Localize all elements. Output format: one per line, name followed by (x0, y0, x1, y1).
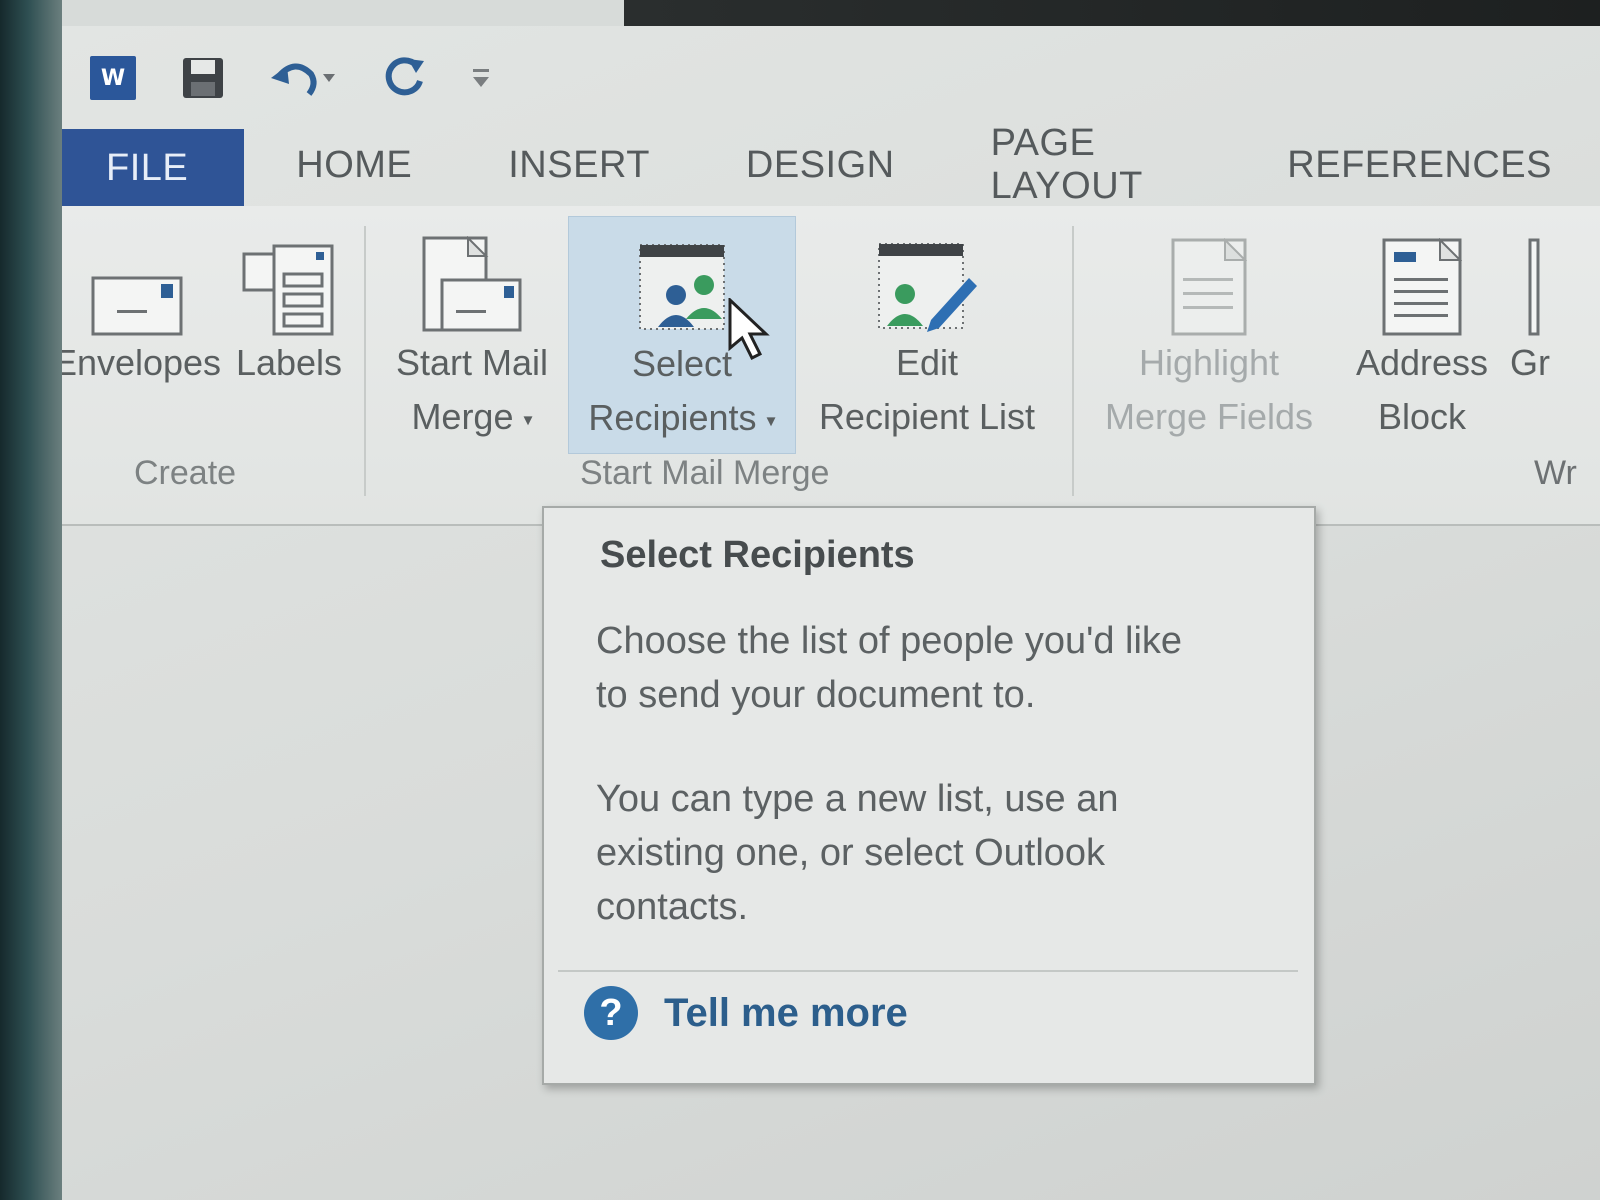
photo-bezel-top (0, 0, 1600, 26)
group-start-mail-merge: Start Mail Merge ▾ Select Recipients ▾ E… (362, 206, 1072, 524)
mouse-cursor-icon (728, 298, 770, 361)
address-block-label-2: Block (1377, 396, 1467, 437)
save-button[interactable] (174, 51, 232, 105)
word-app-button[interactable]: W (84, 51, 142, 105)
undo-icon (271, 63, 335, 96)
word-window: W FILE HOME INSERT DESIGN PAGE LAYOUT RE… (62, 26, 1600, 1200)
tab-references[interactable]: REFERENCES (1239, 124, 1600, 206)
envelope-icon (91, 276, 183, 336)
labels-button[interactable]: Labels (234, 216, 344, 390)
save-icon (183, 58, 223, 98)
labels-label: Labels (235, 342, 343, 383)
tooltip-divider (558, 970, 1298, 972)
edit-recipient-list-icon (878, 243, 977, 332)
greeting-line-icon (1528, 238, 1540, 336)
start-mail-merge-icon (422, 236, 522, 332)
edit-recipient-list-button[interactable]: Edit Recipient List (802, 216, 1052, 444)
tab-file[interactable]: FILE (62, 129, 245, 207)
tooltip-description: Choose the list of people you'd like to … (596, 614, 1276, 722)
word-icon: W (90, 56, 136, 100)
highlight-merge-fields-label-1: Highlight (1138, 342, 1280, 383)
tooltip-line: contacts. (596, 886, 749, 928)
address-block-label-1: Address (1355, 342, 1489, 383)
group-create: Envelopes Labels Create (62, 206, 362, 524)
photo-bezel-left (0, 0, 62, 1200)
group-start-mail-merge-label: Start Mail Merge (580, 454, 830, 492)
quick-access-toolbar: W (84, 48, 528, 108)
tooltip-title: Select Recipients (600, 534, 915, 576)
highlight-merge-fields-icon (1171, 238, 1247, 336)
group-create-label: Create (134, 454, 237, 492)
select-recipients-icon (639, 244, 725, 330)
start-mail-merge-button[interactable]: Start Mail Merge ▾ (382, 216, 562, 446)
redo-icon (385, 57, 424, 96)
customize-toolbar-button[interactable] (466, 51, 496, 105)
highlight-merge-fields-label-2: Merge Fields (1104, 396, 1314, 437)
tab-home[interactable]: HOME (244, 124, 460, 206)
tooltip-line: existing one, or select Outlook (596, 832, 1106, 874)
tell-me-more-label: Tell me more (664, 990, 908, 1035)
address-block-button[interactable]: Address Block (1342, 216, 1502, 444)
edit-recipient-list-label-2: Recipient List (818, 396, 1036, 437)
address-block-icon (1382, 238, 1462, 336)
help-icon: ? (584, 986, 638, 1040)
tell-me-more-link[interactable]: ? Tell me more (584, 986, 908, 1040)
ribbon-tabs: FILE HOME INSERT DESIGN PAGE LAYOUT REFE… (62, 122, 1600, 207)
redo-button[interactable] (376, 51, 434, 105)
start-mail-merge-label-1: Start Mail (395, 342, 549, 383)
greeting-line-button[interactable]: Gr (1510, 216, 1600, 390)
edit-recipient-list-label-1: Edit (895, 342, 959, 383)
highlight-merge-fields-button[interactable]: Highlight Merge Fields (1084, 216, 1334, 444)
envelopes-label: Envelopes (62, 342, 222, 383)
group-write-insert-label: Wr (1534, 454, 1577, 492)
labels-icon (242, 244, 334, 336)
greeting-line-label: Gr (1510, 342, 1550, 383)
start-mail-merge-label-2: Merge ▾ (411, 396, 533, 437)
tooltip-detail: You can type a new list, use an existing… (596, 772, 1276, 934)
customize-icon (473, 69, 489, 87)
undo-button[interactable] (264, 51, 344, 105)
tooltip-line: to send your document to. (596, 674, 1036, 716)
select-recipients-label-2: Recipients ▾ (588, 397, 776, 438)
ribbon: Envelopes Labels Create Start Mail Merge… (62, 206, 1600, 526)
tooltip-line: Choose the list of people you'd like (596, 620, 1183, 662)
envelopes-button[interactable]: Envelopes (62, 216, 232, 390)
tab-insert[interactable]: INSERT (460, 124, 698, 206)
select-recipients-tooltip: Select Recipients Choose the list of peo… (542, 506, 1316, 1085)
tab-page-layout[interactable]: PAGE LAYOUT (943, 122, 1240, 207)
group-write-insert-fields: Highlight Merge Fields Address Block Gr … (1074, 206, 1600, 524)
tab-design[interactable]: DESIGN (698, 124, 943, 206)
tooltip-line: You can type a new list, use an (596, 778, 1119, 820)
